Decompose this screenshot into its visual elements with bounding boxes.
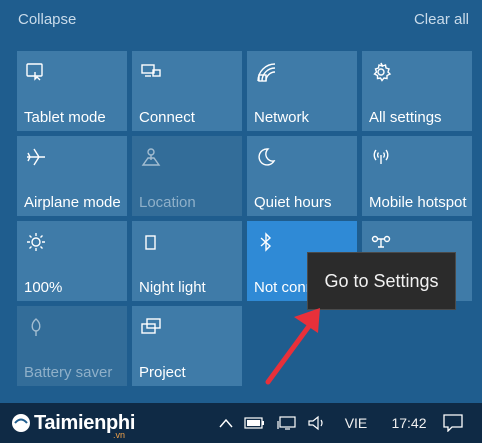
tile-project[interactable]: Project [132, 306, 242, 386]
gear-icon [370, 61, 392, 83]
night-light-icon [140, 231, 162, 253]
clear-all-button[interactable]: Clear all [414, 11, 469, 28]
location-icon [140, 146, 162, 168]
tile-label: Tablet mode [24, 109, 106, 126]
tooltip-go-to-settings: Go to Settings [307, 252, 456, 310]
tile-connect[interactable]: Connect [132, 51, 242, 131]
clock[interactable]: 17:42 [386, 403, 432, 443]
battery-icon[interactable] [242, 403, 268, 443]
action-center-header: Collapse Clear all [0, 0, 482, 40]
hotspot-icon [370, 146, 392, 168]
tile-label: All settings [369, 109, 442, 126]
airplane-icon [25, 146, 47, 168]
tablet-mode-icon [25, 61, 47, 83]
network-status-icon[interactable] [274, 403, 300, 443]
project-icon [140, 316, 162, 338]
action-center-icon[interactable] [438, 403, 468, 443]
bluetooth-icon [255, 231, 277, 253]
tile-airplane-mode[interactable]: Airplane mode [17, 136, 127, 216]
tile-label: Airplane mode [24, 194, 121, 211]
tile-label: Not conn [254, 279, 315, 296]
battery-saver-icon [25, 316, 47, 338]
network-icon [255, 61, 277, 83]
tile-label: Mobile hotspot [369, 194, 467, 211]
tile-label: Network [254, 109, 310, 126]
tile-battery-saver[interactable]: Battery saver [17, 306, 127, 386]
tile-night-light[interactable]: Night light [132, 221, 242, 301]
moon-icon [255, 146, 277, 168]
brightness-icon [25, 231, 47, 253]
tile-tablet-mode[interactable]: Tablet mode [17, 51, 127, 131]
collapse-button[interactable]: Collapse [18, 11, 76, 28]
tile-label: Battery saver [24, 364, 113, 381]
taskbar: Taimienphi .vn VIE 17:42 [0, 403, 482, 443]
tile-all-settings[interactable]: All settings [362, 51, 472, 131]
tile-quiet-hours[interactable]: Quiet hours [247, 136, 357, 216]
tile-mobile-hotspot[interactable]: Mobile hotspot [362, 136, 472, 216]
vpn-icon [370, 231, 392, 253]
tile-network[interactable]: Network [247, 51, 357, 131]
logo-icon [12, 414, 30, 432]
tile-label: 100% [24, 279, 63, 296]
volume-icon[interactable] [304, 403, 330, 443]
tile-brightness[interactable]: 100% [17, 221, 127, 301]
connect-icon [140, 61, 162, 83]
watermark-logo: Taimienphi .vn [10, 403, 140, 443]
tile-label: Project [139, 364, 186, 381]
language-indicator[interactable]: VIE [338, 403, 374, 443]
logo-sub: .vn [113, 430, 126, 440]
chevron-up-icon[interactable] [214, 403, 238, 443]
tile-location[interactable]: Location [132, 136, 242, 216]
tile-label: Quiet hours [254, 194, 332, 211]
tile-label: Night light [139, 279, 206, 296]
tile-label: Location [139, 194, 196, 211]
tile-label: Connect [139, 109, 195, 126]
